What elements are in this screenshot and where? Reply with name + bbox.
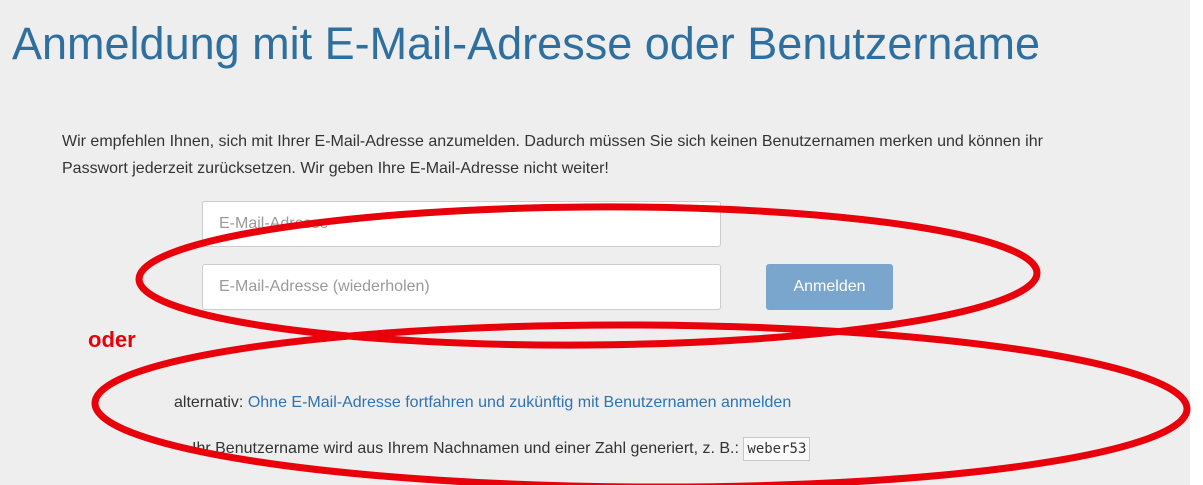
intro-text: Wir empfehlen Ihnen, sich mit Ihrer E-Ma… xyxy=(62,133,1043,177)
username-hint-text: Ihr Benutzername wird aus Ihrem Nachname… xyxy=(192,440,739,458)
login-panel: Anmeldung mit E-Mail-Adresse oder Benutz… xyxy=(0,0,1190,485)
username-hint-line: Ihr Benutzername wird aus Ihrem Nachname… xyxy=(192,437,811,461)
alternative-prefix: alternativ: xyxy=(174,394,244,411)
alternative-line: alternativ: Ohne E-Mail-Adresse fortfahr… xyxy=(174,391,791,415)
username-login-link[interactable]: Ohne E-Mail-Adresse fortfahren und zukün… xyxy=(248,394,791,411)
oder-annotation-label: oder xyxy=(88,327,136,352)
page-title: Anmeldung mit E-Mail-Adresse oder Benutz… xyxy=(12,18,1040,69)
username-example: weber53 xyxy=(743,437,811,461)
email-repeat-input[interactable] xyxy=(202,264,721,310)
login-button[interactable]: Anmelden xyxy=(766,264,893,310)
email-input[interactable] xyxy=(202,201,721,247)
